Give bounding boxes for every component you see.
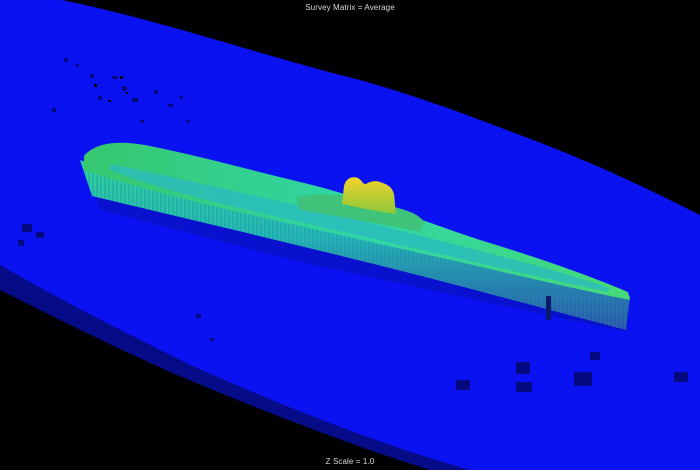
hull-stern-post [546, 296, 551, 320]
bathymetry-scene [0, 0, 700, 470]
bathymetry-3d-viewport[interactable] [0, 0, 700, 470]
